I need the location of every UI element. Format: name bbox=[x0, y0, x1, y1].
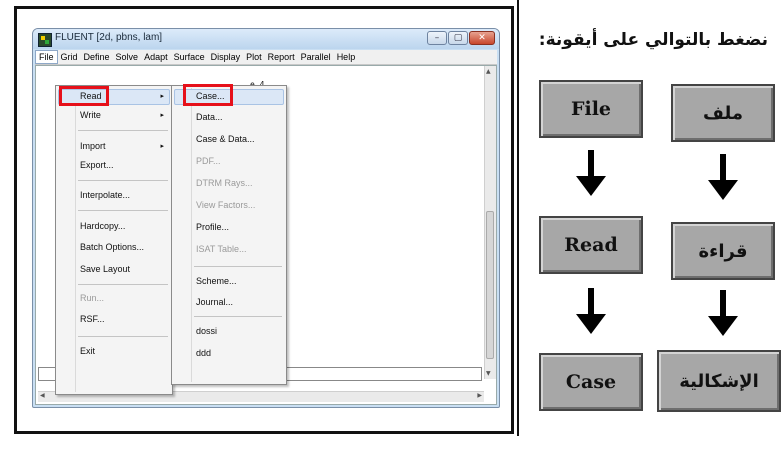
file-menu-save-layout[interactable]: Save Layout bbox=[80, 264, 130, 274]
menu-separator bbox=[194, 316, 282, 317]
read-isat-table[interactable]: ISAT Table... bbox=[196, 244, 247, 254]
title-bar[interactable]: FLUENT [2d, pbns, lam] – ▢ ✕ bbox=[33, 29, 499, 49]
read-data[interactable]: Data... bbox=[196, 112, 223, 122]
read-journal[interactable]: Journal... bbox=[196, 297, 233, 307]
read-profile[interactable]: Profile... bbox=[196, 222, 229, 232]
step-file-ar-box: ملف bbox=[671, 84, 775, 142]
window-title: FLUENT [2d, pbns, lam] bbox=[55, 32, 163, 43]
file-menu-export[interactable]: Export... bbox=[80, 160, 114, 170]
instruction-heading: نضغط بالتوالي على أيقونة: bbox=[538, 30, 768, 50]
menu-bar: File Grid Define Solve Adapt Surface Dis… bbox=[35, 50, 497, 65]
menu-separator bbox=[78, 130, 168, 131]
step-case-box: Case bbox=[539, 353, 643, 411]
fluent-screenshot-frame: FLUENT [2d, pbns, lam] – ▢ ✕ File Grid D… bbox=[14, 6, 514, 434]
case-highlight-box bbox=[183, 84, 233, 106]
submenu-arrow-icon: ▸ bbox=[160, 143, 164, 150]
menu-report[interactable]: Report bbox=[265, 50, 298, 64]
file-menu: Read ▸ Write ▸ Import ▸ Export... Interp… bbox=[55, 85, 173, 395]
read-submenu: Case... Data... Case & Data... PDF... DT… bbox=[171, 85, 287, 385]
menu-define[interactable]: Define bbox=[81, 50, 113, 64]
minimize-button[interactable]: – bbox=[427, 31, 447, 45]
menu-separator bbox=[78, 180, 168, 181]
read-scheme[interactable]: Scheme... bbox=[196, 276, 237, 286]
step-case-ar-box: الإشكالية bbox=[657, 350, 781, 412]
menu-separator bbox=[78, 284, 168, 285]
step-read-box: Read bbox=[539, 216, 643, 274]
menu-separator bbox=[194, 266, 282, 267]
scroll-down-icon[interactable]: ▼ bbox=[486, 370, 491, 377]
menu-separator bbox=[78, 336, 168, 337]
scroll-up-icon[interactable]: ▲ bbox=[486, 68, 491, 75]
read-case-and-data[interactable]: Case & Data... bbox=[196, 134, 255, 144]
menu-help[interactable]: Help bbox=[334, 50, 359, 64]
submenu-arrow-icon: ▸ bbox=[160, 112, 164, 119]
arrow-down-icon bbox=[576, 288, 606, 334]
submenu-arrow-icon: ▸ bbox=[160, 93, 164, 100]
menu-separator bbox=[78, 210, 168, 211]
read-dossi[interactable]: dossi bbox=[196, 326, 217, 336]
file-menu-run[interactable]: Run... bbox=[80, 293, 104, 303]
scroll-left-icon[interactable]: ◀ bbox=[40, 392, 45, 399]
step-file-box: File bbox=[539, 80, 643, 138]
file-menu-write[interactable]: Write bbox=[80, 110, 101, 120]
close-button[interactable]: ✕ bbox=[469, 31, 495, 45]
menu-surface[interactable]: Surface bbox=[171, 50, 208, 64]
menu-display[interactable]: Display bbox=[208, 50, 244, 64]
menu-file[interactable]: File bbox=[35, 50, 58, 64]
read-view-factors[interactable]: View Factors... bbox=[196, 200, 255, 210]
file-menu-rsf[interactable]: RSF... bbox=[80, 314, 105, 324]
read-highlight-box bbox=[59, 86, 109, 106]
read-pdf[interactable]: PDF... bbox=[196, 156, 221, 166]
file-menu-exit[interactable]: Exit bbox=[80, 346, 95, 356]
menu-adapt[interactable]: Adapt bbox=[141, 50, 171, 64]
maximize-button[interactable]: ▢ bbox=[448, 31, 468, 45]
instructions-panel: نضغط بالتوالي على أيقونة: File Read Case… bbox=[517, 0, 784, 436]
file-menu-batch-options[interactable]: Batch Options... bbox=[80, 242, 144, 252]
read-ddd[interactable]: ddd bbox=[196, 348, 211, 358]
scroll-right-icon[interactable]: ▶ bbox=[477, 392, 482, 399]
vertical-scrollbar[interactable]: ▲ ▼ bbox=[484, 66, 496, 379]
menu-plot[interactable]: Plot bbox=[243, 50, 265, 64]
step-read-ar-box: قراءة bbox=[671, 222, 775, 280]
menu-parallel[interactable]: Parallel bbox=[298, 50, 334, 64]
arrow-down-icon bbox=[576, 150, 606, 196]
arrow-down-icon bbox=[708, 154, 738, 200]
read-dtrm-rays[interactable]: DTRM Rays... bbox=[196, 178, 253, 188]
fluent-app-icon bbox=[38, 33, 52, 47]
scroll-thumb[interactable] bbox=[486, 211, 494, 359]
file-menu-import[interactable]: Import bbox=[80, 141, 106, 151]
fluent-window: FLUENT [2d, pbns, lam] – ▢ ✕ File Grid D… bbox=[32, 28, 500, 408]
menu-grid[interactable]: Grid bbox=[58, 50, 81, 64]
menu-gutter bbox=[75, 88, 76, 392]
file-menu-hardcopy[interactable]: Hardcopy... bbox=[80, 221, 125, 231]
menu-gutter bbox=[191, 88, 192, 382]
menu-solve[interactable]: Solve bbox=[113, 50, 142, 64]
file-menu-interpolate[interactable]: Interpolate... bbox=[80, 190, 130, 200]
arrow-down-icon bbox=[708, 290, 738, 336]
